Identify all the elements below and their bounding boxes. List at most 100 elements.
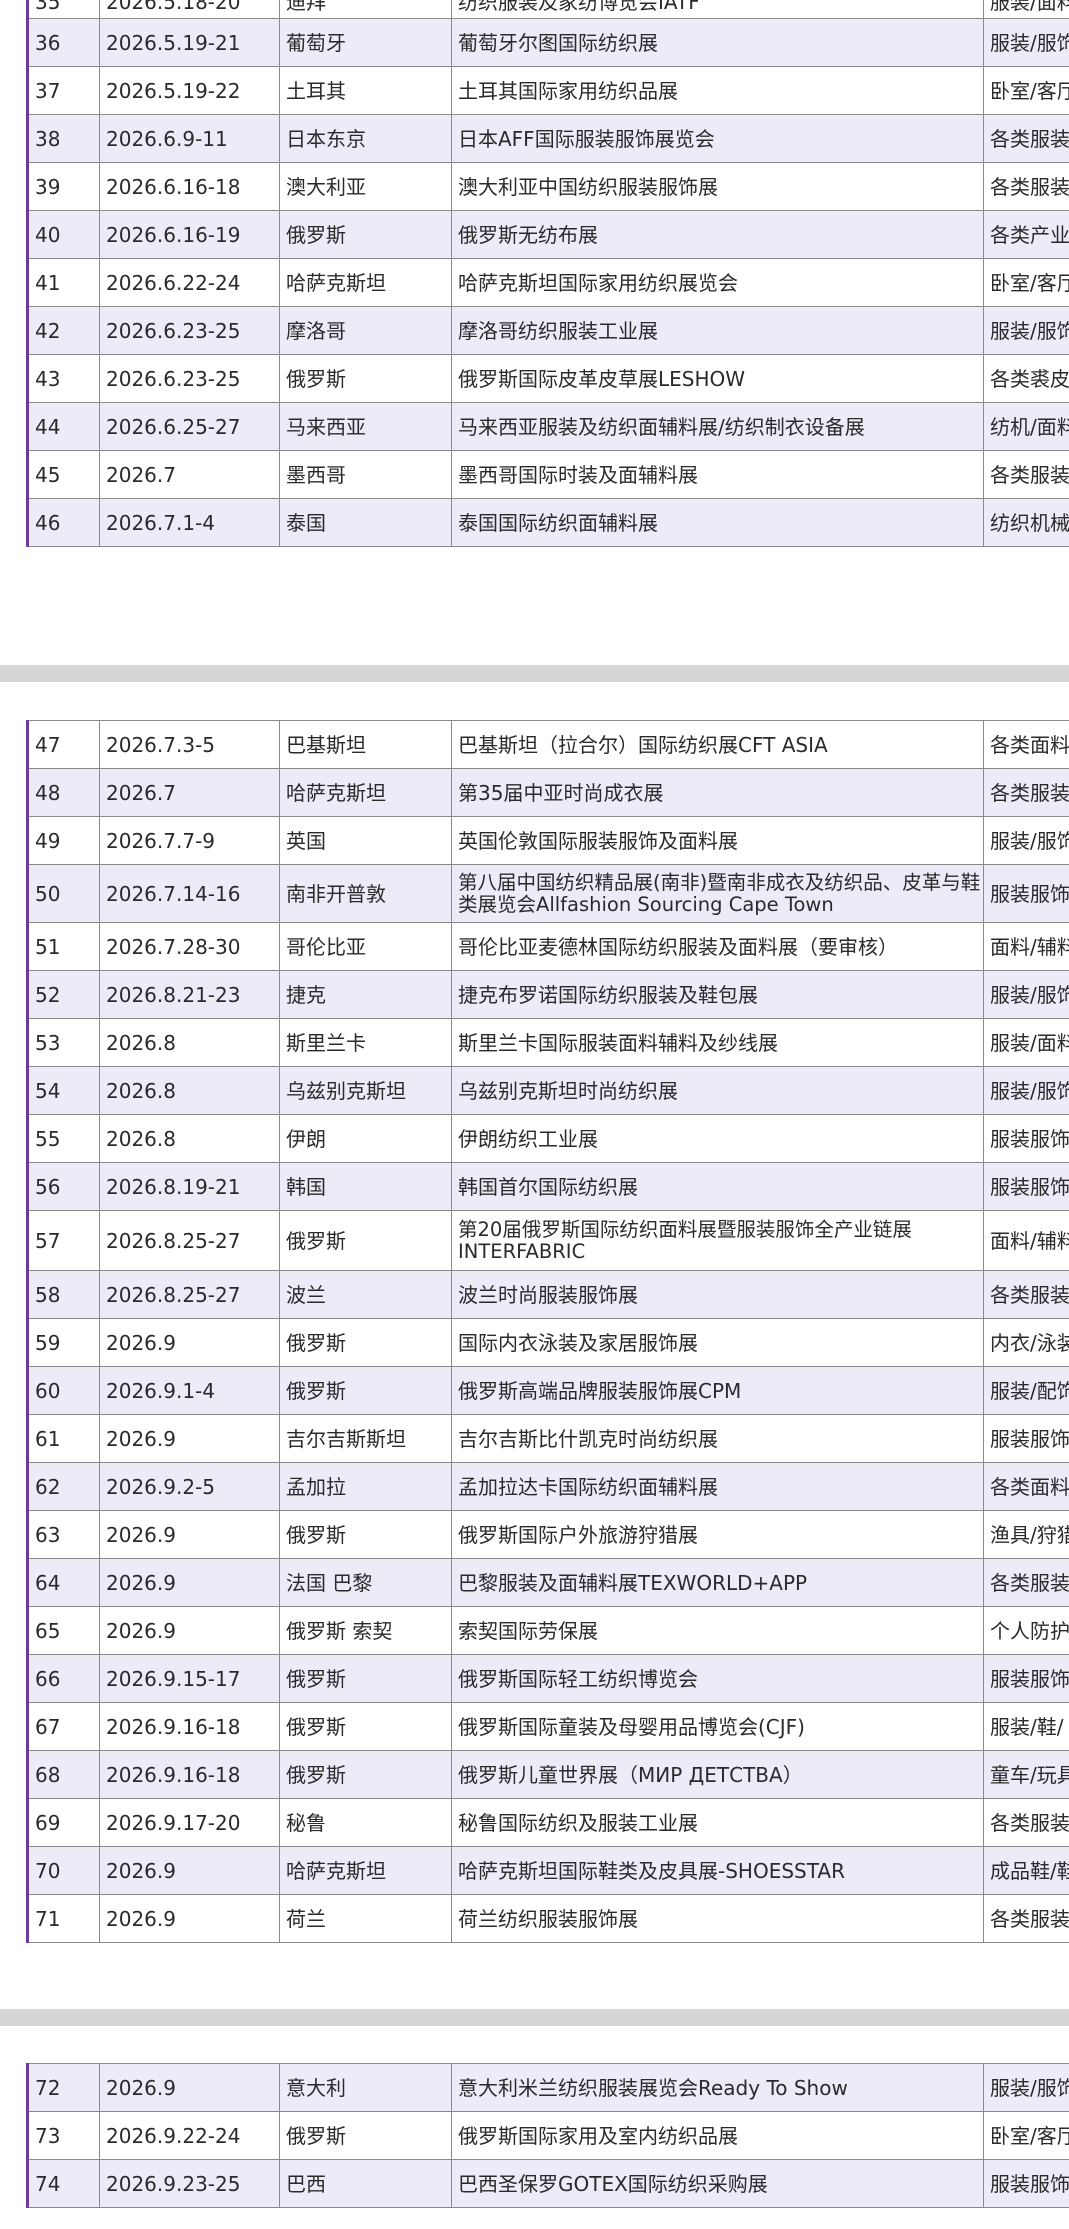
- table-row: 38 2026.6.9-11 日本东京 日本AFF国际服装服饰展览会 各类服装: [26, 114, 1069, 163]
- category-cell: 成品鞋/鞋: [983, 1846, 1069, 1895]
- table-row: 72 2026.9 意大利 意大利米兰纺织服装展览会Ready To Show 服装/服…: [26, 2063, 1069, 2112]
- table-row: 60 2026.9.1-4 俄罗斯 俄罗斯高端品牌服装服饰展CPM 服装/配饰: [26, 1366, 1069, 1415]
- category-cell: 内衣/泳装: [983, 1318, 1069, 1367]
- country-cell: 韩国: [279, 1162, 452, 1211]
- date-cell: 2026.8.21-23: [99, 970, 280, 1019]
- country-cell: 俄罗斯: [279, 2111, 452, 2160]
- country-cell: 英国: [279, 816, 452, 865]
- exhibition-table: 72 2026.9 意大利 意大利米兰纺织服装展览会Ready To Show 服装/服…: [26, 2063, 1069, 2208]
- exhibition-name-cell: 墨西哥国际时装及面辅料展: [451, 450, 984, 499]
- exhibition-name-cell: 哈萨克斯坦国际家用纺织展览会: [451, 258, 984, 307]
- table-row: 35 2026.5.18-20 迪拜 纺织服装及家纺博览会IATF 服装/面料: [26, 0, 1069, 19]
- exhibition-name-cell: 俄罗斯无纺布展: [451, 210, 984, 259]
- exhibition-name-cell: 澳大利亚中国纺织服装服饰展: [451, 162, 984, 211]
- country-cell: 澳大利亚: [279, 162, 452, 211]
- exhibition-name-cell: 葡萄牙尔图国际纺织展: [451, 18, 984, 67]
- date-cell: 2026.8: [99, 1066, 280, 1115]
- exhibition-name-cell: 第20届俄罗斯国际纺织面料展暨服装服饰全产业链展INTERFABRIC: [451, 1210, 984, 1271]
- row-number-cell: 59: [26, 1318, 100, 1367]
- table-section-2: 47 2026.7.3-5 巴基斯坦 巴基斯坦（拉合尔）国际纺织展CFT ASIA 各类…: [0, 720, 1069, 1980]
- exhibition-name-cell: 索契国际劳保展: [451, 1606, 984, 1655]
- exhibition-name-cell: 韩国首尔国际纺织展: [451, 1162, 984, 1211]
- date-cell: 2026.7.3-5: [99, 720, 280, 769]
- category-cell: 服装/鞋/: [983, 1702, 1069, 1751]
- row-number-cell: 39: [26, 162, 100, 211]
- table-row: 39 2026.6.16-18 澳大利亚 澳大利亚中国纺织服装服饰展 各类服装: [26, 162, 1069, 211]
- table-row: 64 2026.9 法国 巴黎 巴黎服装及面辅料展TEXWORLD+APP 各类服装: [26, 1558, 1069, 1607]
- country-cell: 南非开普敦: [279, 864, 452, 923]
- table-section-3: 72 2026.9 意大利 意大利米兰纺织服装展览会Ready To Show 服装/服…: [0, 2063, 1069, 2229]
- date-cell: 2026.6.23-25: [99, 306, 280, 355]
- row-number-cell: 71: [26, 1894, 100, 1943]
- category-cell: 纺机/面料: [983, 402, 1069, 451]
- row-number-cell: 57: [26, 1210, 100, 1271]
- row-number-cell: 43: [26, 354, 100, 403]
- table-row: 49 2026.7.7-9 英国 英国伦敦国际服装服饰及面料展 服装/服饰: [26, 816, 1069, 865]
- exhibition-name-cell: 国际内衣泳装及家居服饰展: [451, 1318, 984, 1367]
- exhibition-name-cell: 日本AFF国际服装服饰展览会: [451, 114, 984, 163]
- row-number-cell: 45: [26, 450, 100, 499]
- country-cell: 哥伦比亚: [279, 922, 452, 971]
- category-cell: 各类服装: [983, 768, 1069, 817]
- table-row: 68 2026.9.16-18 俄罗斯 俄罗斯儿童世界展（МИР ДЕТСТВА） 童车…: [26, 1750, 1069, 1799]
- table-row: 55 2026.8 伊朗 伊朗纺织工业展 服装服饰: [26, 1114, 1069, 1163]
- table-row: 37 2026.5.19-22 土耳其 土耳其国际家用纺织品展 卧室/客厅: [26, 66, 1069, 115]
- row-number-cell: 38: [26, 114, 100, 163]
- table-row: 62 2026.9.2-5 孟加拉 孟加拉达卡国际纺织面辅料展 各类面料: [26, 1462, 1069, 1511]
- country-cell: 葡萄牙: [279, 18, 452, 67]
- category-cell: 服装服饰: [983, 1162, 1069, 1211]
- exhibition-name-cell: 俄罗斯国际轻工纺织博览会: [451, 1654, 984, 1703]
- row-number-cell: 70: [26, 1846, 100, 1895]
- category-cell: 服装/服饰: [983, 970, 1069, 1019]
- category-cell: 各类面料: [983, 720, 1069, 769]
- exhibition-name-cell: 俄罗斯儿童世界展（МИР ДЕТСТВА）: [451, 1750, 984, 1799]
- row-number-cell: 42: [26, 306, 100, 355]
- category-cell: 面料/辅料: [983, 922, 1069, 971]
- category-cell: 服装服饰: [983, 1114, 1069, 1163]
- table-row: 67 2026.9.16-18 俄罗斯 俄罗斯国际童装及母婴用品博览会(CJF) 服装/…: [26, 1702, 1069, 1751]
- category-cell: 服装服饰: [983, 864, 1069, 923]
- date-cell: 2026.5.19-22: [99, 66, 280, 115]
- category-cell: 纺织机械: [983, 498, 1069, 547]
- category-cell: 卧室/客厅: [983, 2111, 1069, 2160]
- country-cell: 俄罗斯: [279, 1750, 452, 1799]
- date-cell: 2026.9: [99, 1558, 280, 1607]
- row-number-cell: 51: [26, 922, 100, 971]
- row-number-cell: 60: [26, 1366, 100, 1415]
- table-row: 42 2026.6.23-25 摩洛哥 摩洛哥纺织服装工业展 服装/服饰: [26, 306, 1069, 355]
- table-row: 46 2026.7.1-4 泰国 泰国国际纺织面辅料展 纺织机械: [26, 498, 1069, 547]
- row-number-cell: 52: [26, 970, 100, 1019]
- country-cell: 哈萨克斯坦: [279, 1846, 452, 1895]
- table-section-1: 35 2026.5.18-20 迪拜 纺织服装及家纺博览会IATF 服装/面料 36 202…: [0, 0, 1069, 590]
- date-cell: 2026.6.25-27: [99, 402, 280, 451]
- category-cell: 服装服饰: [983, 2159, 1069, 2208]
- country-cell: 秘鲁: [279, 1798, 452, 1847]
- table-row: 71 2026.9 荷兰 荷兰纺织服装服饰展 各类服装: [26, 1894, 1069, 1943]
- date-cell: 2026.7.14-16: [99, 864, 280, 923]
- table-row: 57 2026.8.25-27 俄罗斯 第20届俄罗斯国际纺织面料展暨服装服饰全产业链…: [26, 1210, 1069, 1271]
- country-cell: 俄罗斯: [279, 1510, 452, 1559]
- date-cell: 2026.7.7-9: [99, 816, 280, 865]
- exhibition-name-cell: 捷克布罗诺国际纺织服装及鞋包展: [451, 970, 984, 1019]
- exhibition-table: 47 2026.7.3-5 巴基斯坦 巴基斯坦（拉合尔）国际纺织展CFT ASIA 各类…: [26, 720, 1069, 1943]
- table-row: 43 2026.6.23-25 俄罗斯 俄罗斯国际皮革皮草展LESHOW 各类裘皮: [26, 354, 1069, 403]
- table-row: 73 2026.9.22-24 俄罗斯 俄罗斯国际家用及室内纺织品展 卧室/客厅: [26, 2111, 1069, 2160]
- table-row: 58 2026.8.25-27 波兰 波兰时尚服装服饰展 各类服装: [26, 1270, 1069, 1319]
- country-cell: 摩洛哥: [279, 306, 452, 355]
- country-cell: 俄罗斯: [279, 354, 452, 403]
- date-cell: 2026.9: [99, 1414, 280, 1463]
- category-cell: 服装/服饰: [983, 816, 1069, 865]
- category-cell: 各类服装: [983, 114, 1069, 163]
- category-cell: 卧室/客厅: [983, 66, 1069, 115]
- date-cell: 2026.7: [99, 768, 280, 817]
- country-cell: 泰国: [279, 498, 452, 547]
- date-cell: 2026.9: [99, 1318, 280, 1367]
- table-row: 65 2026.9 俄罗斯 索契 索契国际劳保展 个人防护: [26, 1606, 1069, 1655]
- date-cell: 2026.9.15-17: [99, 1654, 280, 1703]
- date-cell: 2026.6.16-19: [99, 210, 280, 259]
- row-number-cell: 54: [26, 1066, 100, 1115]
- section-divider: [0, 2009, 1069, 2026]
- category-cell: 服装服饰: [983, 1654, 1069, 1703]
- row-number-cell: 73: [26, 2111, 100, 2160]
- category-cell: 各类服装: [983, 1270, 1069, 1319]
